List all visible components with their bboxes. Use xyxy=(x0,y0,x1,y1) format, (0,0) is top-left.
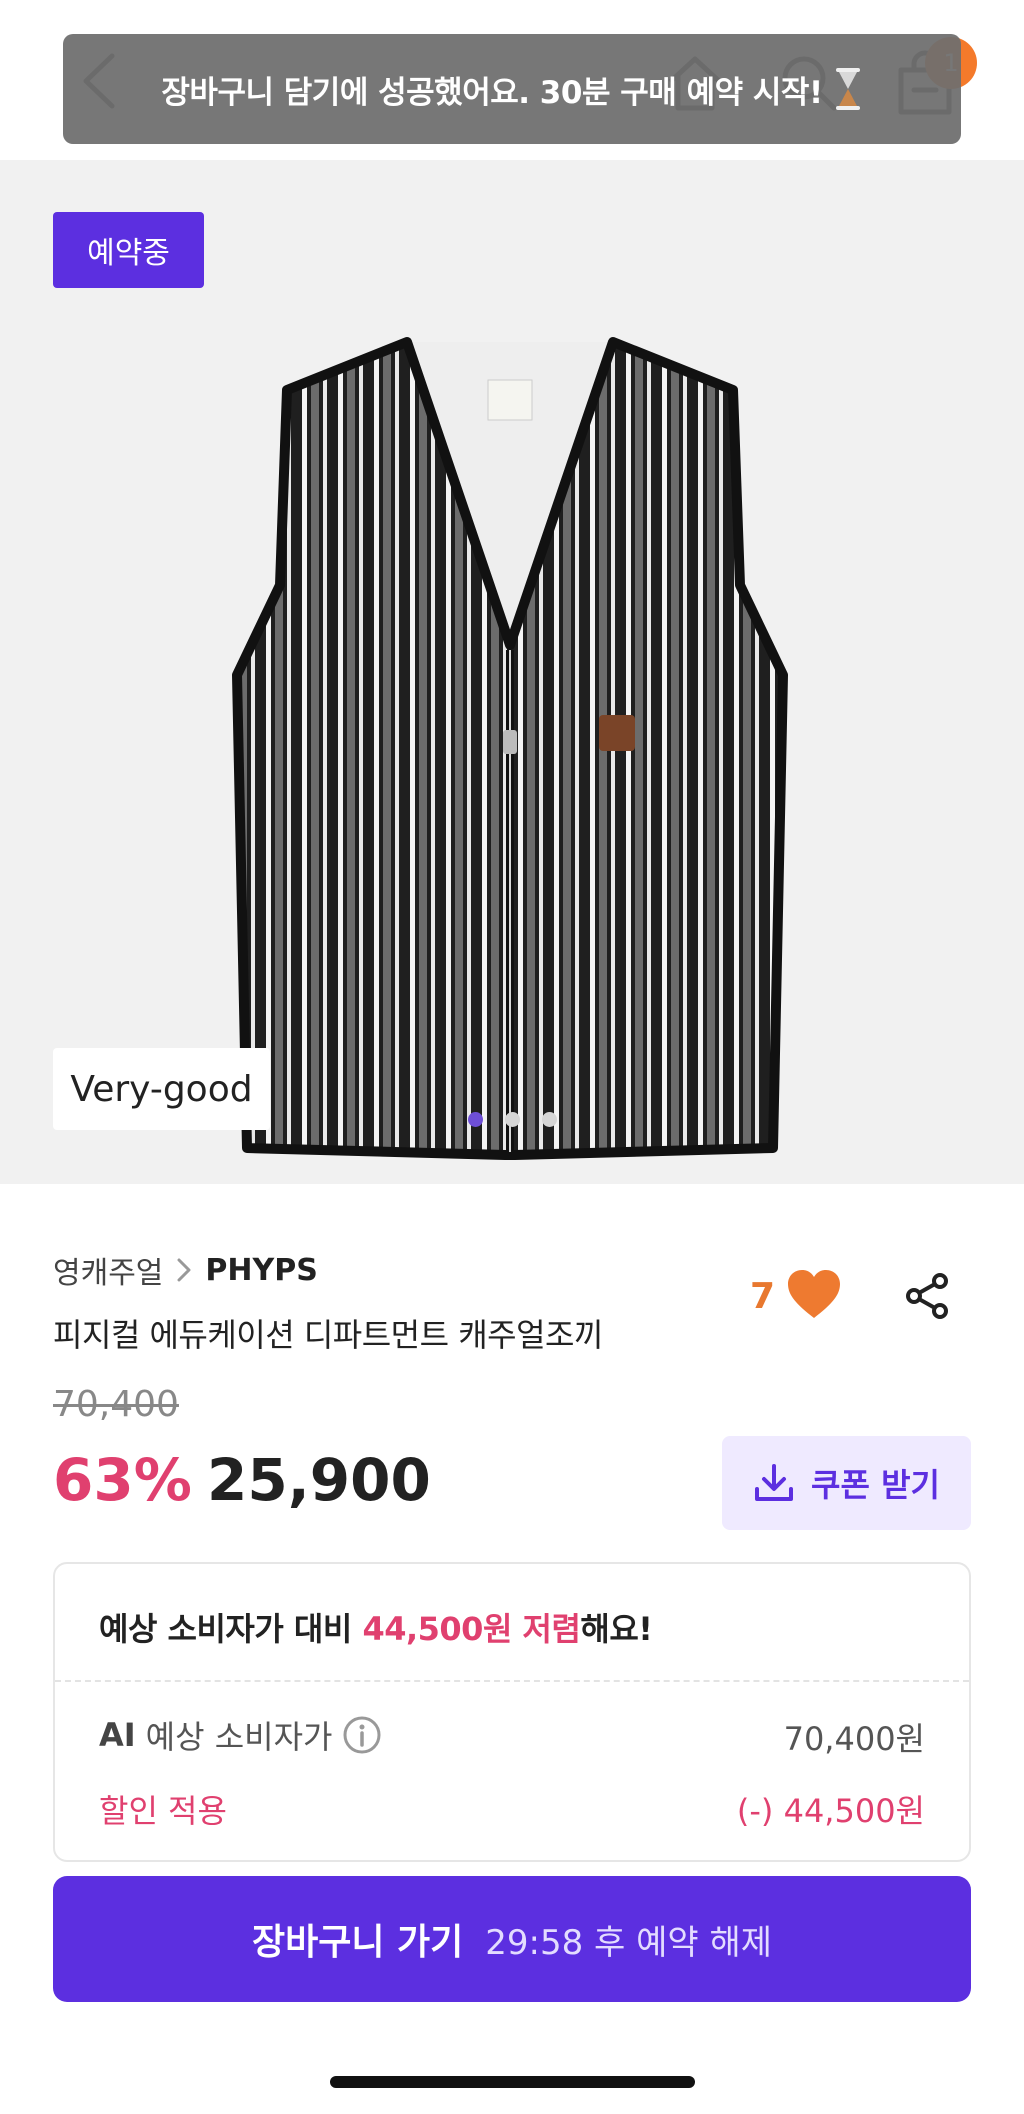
heart-icon[interactable] xyxy=(786,1268,842,1320)
reservation-timer: 29:58 후 예약 해제 xyxy=(485,1922,773,1963)
coupon-button-label: 쿠폰 받기 xyxy=(811,1466,940,1504)
carousel-pagination xyxy=(0,1112,1024,1127)
like-count: 7 xyxy=(750,1276,776,1317)
go-to-cart-button[interactable]: 장바구니 가기 29:58 후 예약 해제 xyxy=(53,1876,971,2002)
breadcrumb: 영캐주얼 PHYPS xyxy=(53,1248,318,1292)
hourglass-icon xyxy=(833,66,863,112)
dashed-divider xyxy=(55,1680,969,1682)
breadcrumb-category[interactable]: 영캐주얼 xyxy=(53,1248,163,1292)
home-indicator xyxy=(330,2076,695,2088)
ai-estimated-price-label: AI 예상 소비자가 xyxy=(99,1712,382,1758)
product-image-carousel[interactable]: 예약중 Very-good xyxy=(0,160,1024,1184)
share-icon[interactable] xyxy=(904,1272,952,1320)
chevron-right-icon xyxy=(175,1256,193,1284)
estimated-price-label: 예상 소비자가 xyxy=(145,1718,333,1756)
savings-suffix: 해요! xyxy=(580,1610,653,1648)
ai-tag: AI xyxy=(99,1716,136,1754)
savings-highlight: 44,500원 저렴 xyxy=(362,1610,581,1648)
sale-price: 25,900 xyxy=(207,1446,431,1514)
discount-applied-label: 할인 적용 xyxy=(99,1792,227,1830)
carousel-dot[interactable] xyxy=(467,1112,483,1127)
product-name: 피지컬 에듀케이션 디파트먼트 캐주얼조끼 xyxy=(53,1316,603,1354)
info-icon[interactable] xyxy=(342,1715,382,1755)
reservation-status-badge: 예약중 xyxy=(53,212,204,288)
savings-headline: 예상 소비자가 대비 44,500원 저렴해요! xyxy=(99,1604,653,1650)
original-price: 70,400 xyxy=(53,1384,179,1425)
estimated-price-value: 70,400원 xyxy=(783,1720,925,1758)
discount-applied-value: (-) 44,500원 xyxy=(736,1792,925,1830)
download-icon xyxy=(753,1463,795,1503)
get-coupon-button[interactable]: 쿠폰 받기 xyxy=(722,1436,971,1530)
top-navigation: 1 장바구니 담기에 성공했어요. 30분 구매 예약 시작! xyxy=(0,0,1024,160)
toast-message: 장바구니 담기에 성공했어요. 30분 구매 예약 시작! xyxy=(161,74,823,111)
breadcrumb-brand[interactable]: PHYPS xyxy=(205,1253,317,1288)
go-to-cart-label: 장바구니 가기 xyxy=(251,1922,464,1963)
discount-rate: 63% xyxy=(53,1446,192,1514)
toast-notification: 장바구니 담기에 성공했어요. 30분 구매 예약 시작! xyxy=(63,34,961,144)
savings-card: 예상 소비자가 대비 44,500원 저렴해요! AI 예상 소비자가 70,4… xyxy=(53,1562,971,1862)
product-image xyxy=(232,337,788,1160)
carousel-dot[interactable] xyxy=(504,1112,520,1127)
carousel-dot[interactable] xyxy=(541,1112,557,1127)
savings-prefix: 예상 소비자가 대비 xyxy=(99,1610,363,1648)
